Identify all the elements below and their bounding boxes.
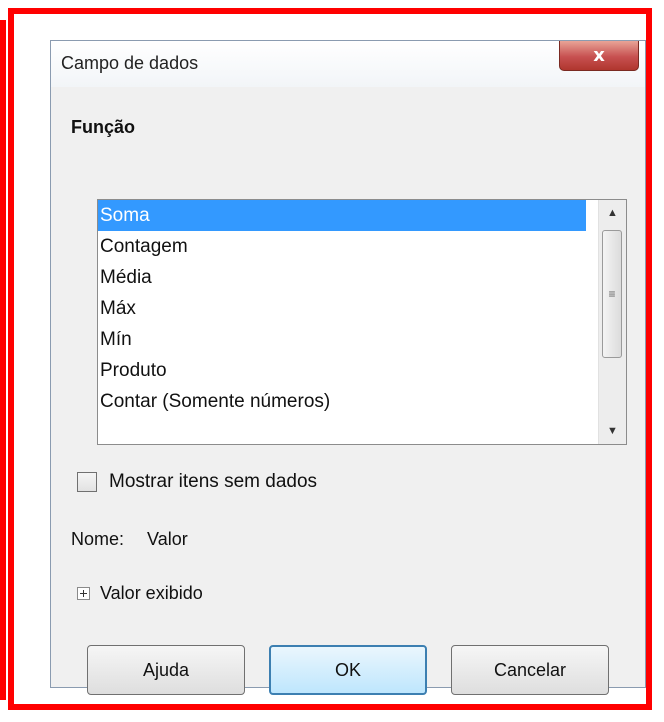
close-button[interactable]: x [559, 41, 639, 71]
listbox-scrollbar[interactable]: ▲ ≡ ▼ [598, 200, 626, 444]
scroll-thumb[interactable]: ≡ [602, 230, 622, 358]
function-list: Soma Contagem Média Máx Mín Produto Contar (So… [98, 200, 626, 417]
show-items-checkbox[interactable] [77, 472, 97, 492]
name-value: Valor [147, 529, 188, 549]
function-list-item[interactable]: Produto [98, 355, 586, 386]
data-field-dialog: Campo de dados x Função Soma Contagem Médi… [50, 40, 646, 695]
function-list-item[interactable]: Média [98, 262, 586, 293]
close-icon: x [593, 45, 605, 66]
scroll-down-arrow[interactable]: ▼ [599, 420, 626, 442]
ok-button[interactable]: OK [269, 645, 427, 695]
expand-plus-icon[interactable] [77, 587, 90, 600]
function-listbox[interactable]: Soma Contagem Média Máx Mín Produto Contar (So… [97, 199, 627, 445]
function-list-item[interactable]: Máx [98, 293, 586, 324]
highlight-frame-corner [0, 20, 20, 700]
dialog-title: Campo de dados [61, 53, 199, 73]
function-list-item[interactable]: Contar (Somente números) [98, 386, 586, 417]
displayed-value-expander[interactable]: Valor exibido [77, 583, 203, 604]
name-row: Nome: Valor [71, 529, 188, 550]
show-items-row: Mostrar itens sem dados [77, 469, 317, 495]
function-list-item[interactable]: Mín [98, 324, 586, 355]
function-list-item[interactable]: Soma [98, 200, 586, 231]
displayed-value-label[interactable]: Valor exibido [100, 583, 203, 604]
help-button[interactable]: Ajuda [87, 645, 245, 695]
function-section-label: Função [71, 117, 136, 137]
dialog-body: Função Soma Contagem Média Máx Mín Produto Con… [51, 87, 645, 695]
scroll-up-arrow[interactable]: ▲ [599, 202, 626, 224]
cancel-button[interactable]: Cancelar [451, 645, 609, 695]
title-bar: Campo de dados x [51, 41, 645, 87]
name-label: Nome: [71, 529, 125, 549]
show-items-label[interactable]: Mostrar itens sem dados [109, 471, 317, 493]
function-list-item[interactable]: Contagem [98, 231, 586, 262]
